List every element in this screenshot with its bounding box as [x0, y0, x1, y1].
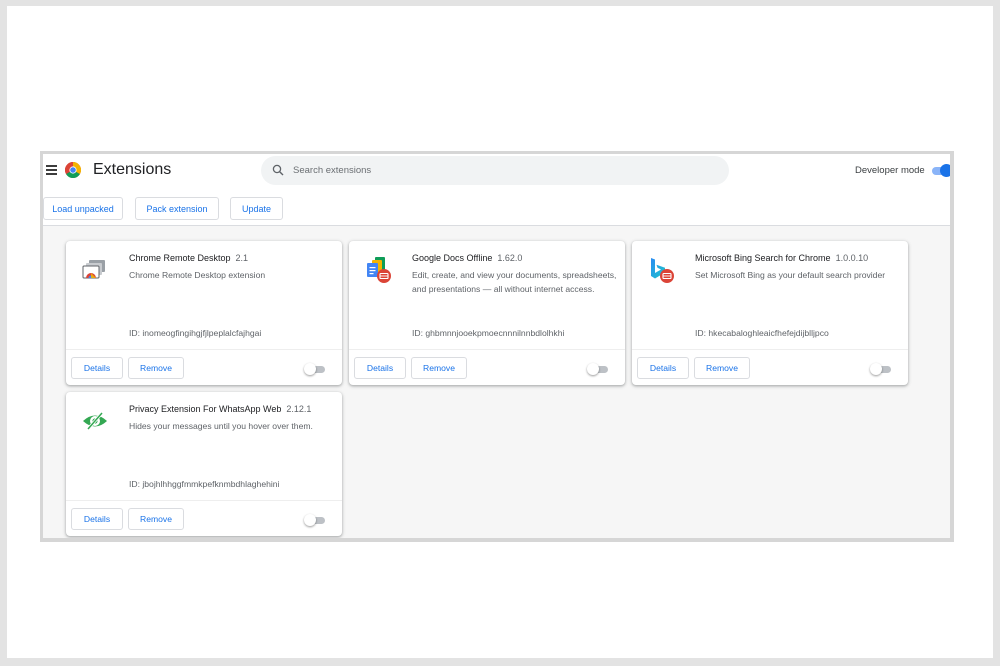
card-divider	[632, 349, 908, 350]
extension-description: Chrome Remote Desktop extension	[129, 270, 266, 280]
header: Extensions Developer mode	[43, 154, 950, 187]
details-button[interactable]: Details	[637, 357, 689, 379]
developer-mode-toggle[interactable]	[932, 164, 950, 177]
extension-description: Edit, create, and view your documents, s…	[412, 270, 617, 294]
privacy-eye-icon	[83, 412, 107, 430]
enable-toggle[interactable]	[587, 363, 609, 375]
extension-id: ID: hkecabaloghleaicfhefejdijblljpco	[695, 328, 829, 338]
chrome-remote-desktop-icon	[82, 260, 105, 279]
extension-version: 1.62.0	[497, 253, 523, 263]
details-button[interactable]: Details	[71, 357, 123, 379]
extension-card-chrome-remote-desktop: Chrome Remote Desktop 2.1 Chrome Remote D…	[66, 241, 342, 385]
extension-id: ID: jbojhlhhggfmmkpefknmbdhlaghehini	[129, 479, 280, 489]
load-unpacked-button[interactable]: Load unpacked	[43, 197, 123, 220]
remove-button[interactable]: Remove	[694, 357, 750, 379]
card-divider	[66, 500, 342, 501]
extension-version: 2.1	[235, 253, 249, 263]
extension-version: 1.0.0.10	[835, 253, 869, 263]
extension-card-microsoft-bing: Microsoft Bing Search for Chrome 1.0.0.10…	[632, 241, 908, 385]
extension-id: ID: inomeogfingihgjfjlpeplalcfajhgai	[129, 328, 262, 338]
enable-toggle[interactable]	[304, 514, 326, 526]
enable-toggle[interactable]	[304, 363, 326, 375]
search-input[interactable]	[293, 160, 713, 180]
card-divider	[66, 349, 342, 350]
details-button[interactable]: Details	[354, 357, 406, 379]
hamburger-menu-icon[interactable]	[46, 165, 57, 175]
pack-extension-button[interactable]: Pack extension	[135, 197, 219, 220]
google-docs-offline-icon	[367, 257, 391, 283]
search-icon	[272, 164, 284, 176]
chrome-logo-icon	[65, 162, 81, 178]
update-button[interactable]: Update	[230, 197, 283, 220]
extension-name: Google Docs Offline 1.62.0	[412, 253, 523, 263]
remove-button[interactable]: Remove	[411, 357, 467, 379]
extension-description: Set Microsoft Bing as your default searc…	[695, 270, 886, 280]
remove-button[interactable]: Remove	[128, 357, 184, 379]
extension-name: Privacy Extension For WhatsApp Web 2.12.1	[129, 404, 312, 414]
extension-card-google-docs-offline: Google Docs Offline 1.62.0 Edit, create, …	[349, 241, 625, 385]
details-button[interactable]: Details	[71, 508, 123, 530]
search-box[interactable]	[261, 156, 729, 185]
extension-name: Microsoft Bing Search for Chrome 1.0.0.10	[695, 253, 869, 263]
extensions-page: Extensions Developer mode Load unpacked …	[43, 154, 950, 538]
extension-name: Chrome Remote Desktop 2.1	[129, 253, 249, 263]
page-title: Extensions	[93, 161, 172, 178]
remove-button[interactable]: Remove	[128, 508, 184, 530]
screenshot-window: Extensions Developer mode Load unpacked …	[40, 151, 954, 542]
extension-id: ID: ghbmnnjooekpmoecnnnilnnbdlolhkhi	[412, 328, 565, 338]
extension-description: Hides your messages until you hover over…	[129, 421, 313, 431]
enable-toggle[interactable]	[870, 363, 892, 375]
extension-version: 2.12.1	[286, 404, 312, 414]
extension-card-privacy-whatsapp: Privacy Extension For WhatsApp Web 2.12.1…	[66, 392, 342, 536]
developer-toolbar: Load unpacked Pack extension Update	[43, 187, 950, 226]
card-divider	[349, 349, 625, 350]
developer-mode-label: Developer mode	[855, 165, 925, 176]
bing-icon	[651, 258, 674, 283]
